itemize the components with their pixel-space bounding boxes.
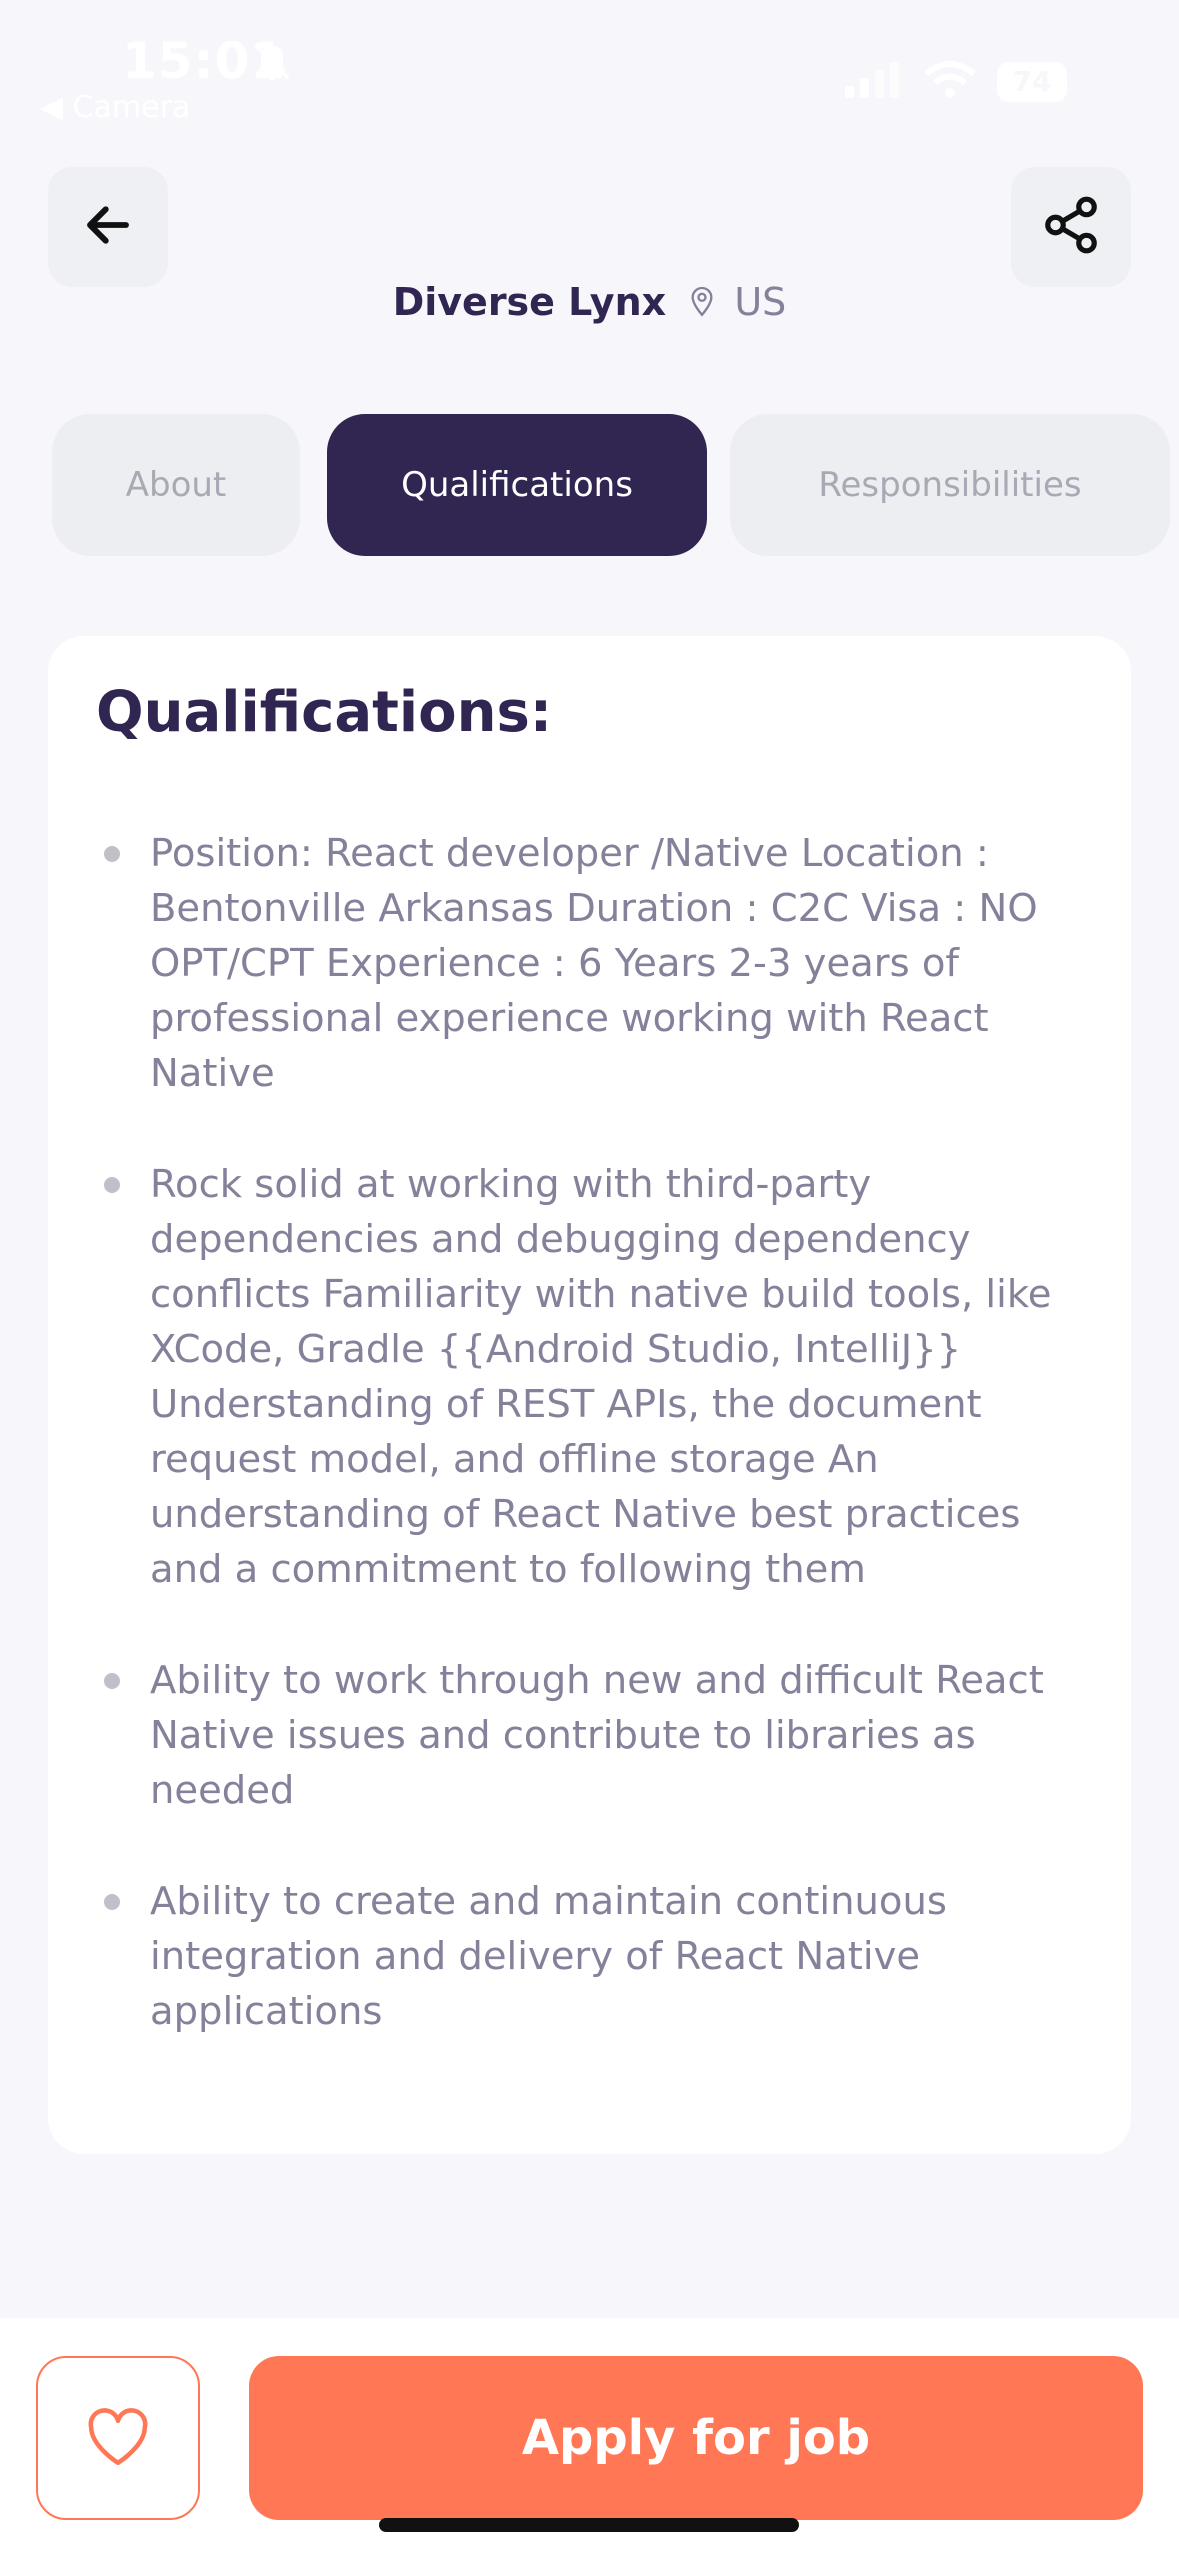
list-item-text: Ability to work through new and difficul… — [150, 1658, 1044, 1813]
home-indicator[interactable] — [379, 2518, 799, 2532]
tab-about[interactable]: About — [52, 414, 300, 556]
list-item: Position: React developer /Native Locati… — [96, 826, 1096, 1101]
list-item-text: Rock solid at working with third-party d… — [150, 1162, 1052, 1592]
list-item: Rock solid at working with third-party d… — [96, 1157, 1096, 1597]
arrow-left-icon — [81, 198, 135, 256]
share-button[interactable] — [1011, 167, 1131, 287]
battery-indicator: 74 — [997, 62, 1067, 102]
location-pin-icon — [688, 284, 716, 328]
bullet-dot — [104, 1177, 120, 1193]
section-title: Qualifications: — [96, 680, 553, 745]
list-item: Ability to work through new and difficul… — [96, 1653, 1096, 1818]
tab-responsibilities[interactable]: Responsibilities — [730, 414, 1170, 556]
bullet-dot — [104, 846, 120, 862]
list-item-text: Ability to create and maintain continuou… — [150, 1879, 947, 2034]
job-location: US — [734, 280, 787, 324]
qualifications-card: Qualifications: Position: React develope… — [48, 636, 1131, 2154]
cellular-signal-icon — [845, 60, 901, 104]
company-name: Diverse Lynx — [392, 280, 667, 324]
bullet-dot — [104, 1673, 120, 1689]
share-icon — [1040, 194, 1102, 260]
bullet-dot — [104, 1894, 120, 1910]
qualifications-list: Position: React developer /Native Locati… — [96, 826, 1096, 2095]
back-button[interactable] — [48, 167, 168, 287]
tab-qualifications[interactable]: Qualifications — [327, 414, 707, 556]
like-button[interactable] — [36, 2356, 200, 2520]
bell-muted-icon — [250, 40, 294, 88]
back-to-app-link[interactable]: ◀ Camera — [40, 90, 190, 125]
tab-bar: About Qualifications Responsibilities — [52, 414, 1179, 556]
company-location-row: Diverse Lynx US — [0, 280, 1179, 328]
wifi-icon — [922, 60, 978, 104]
list-item-text: Position: React developer /Native Locati… — [150, 831, 1038, 1096]
apply-button[interactable]: Apply for job — [249, 2356, 1143, 2520]
list-item: Ability to create and maintain continuou… — [96, 1874, 1096, 2039]
status-bar: 15:01 ◀ Camera 74 — [0, 0, 1179, 130]
heart-icon — [84, 2405, 152, 2471]
